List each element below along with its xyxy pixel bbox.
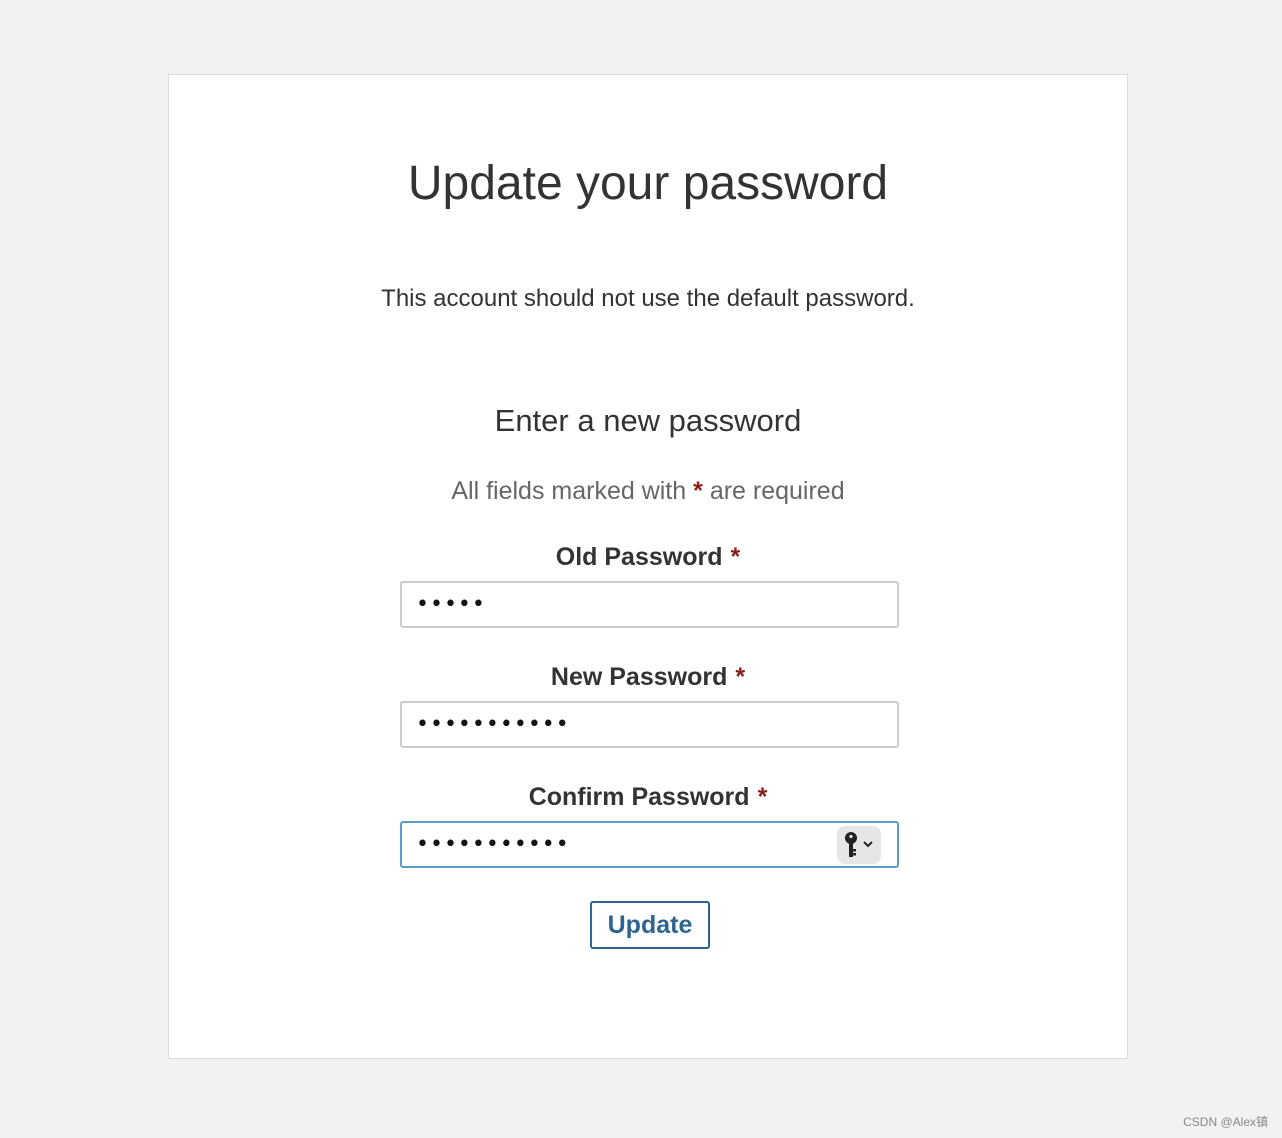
password-update-card: Update your password This account should… — [168, 74, 1128, 1059]
new-password-input[interactable]: ••••••••••• — [400, 701, 899, 748]
old-password-label: Old Password * — [169, 542, 1127, 572]
key-icon — [845, 832, 873, 857]
old-password-label-text: Old Password — [555, 543, 723, 571]
required-fields-note: All fields marked with * are required — [169, 476, 1127, 506]
old-password-value: ••••• — [416, 592, 486, 617]
required-star: * — [757, 783, 768, 811]
update-button[interactable]: Update — [590, 901, 710, 949]
section-subtitle: Enter a new password — [494, 403, 802, 438]
password-autofill-button[interactable] — [837, 826, 881, 864]
watermark: CSDN @Alex镇 — [1183, 1115, 1268, 1129]
old-password-input[interactable]: ••••• — [400, 581, 899, 628]
confirm-password-label-text: Confirm Password — [528, 783, 750, 811]
default-password-message: This account should not use the default … — [381, 285, 915, 312]
required-star: * — [693, 477, 703, 505]
required-note-text: All fields marked with — [451, 477, 687, 505]
new-password-label-text: New Password — [550, 663, 728, 691]
page-title: Update your password — [407, 157, 889, 210]
required-star: * — [730, 543, 741, 571]
confirm-password-label: Confirm Password * — [169, 782, 1127, 812]
new-password-label: New Password * — [169, 662, 1127, 692]
required-note-text-end: are required — [709, 477, 845, 505]
required-star: * — [735, 663, 746, 691]
confirm-password-input[interactable]: ••••••••••• — [400, 821, 899, 868]
new-password-value: ••••••••••• — [416, 712, 570, 737]
confirm-password-value: ••••••••••• — [416, 832, 570, 857]
chevron-down-icon — [863, 841, 873, 848]
